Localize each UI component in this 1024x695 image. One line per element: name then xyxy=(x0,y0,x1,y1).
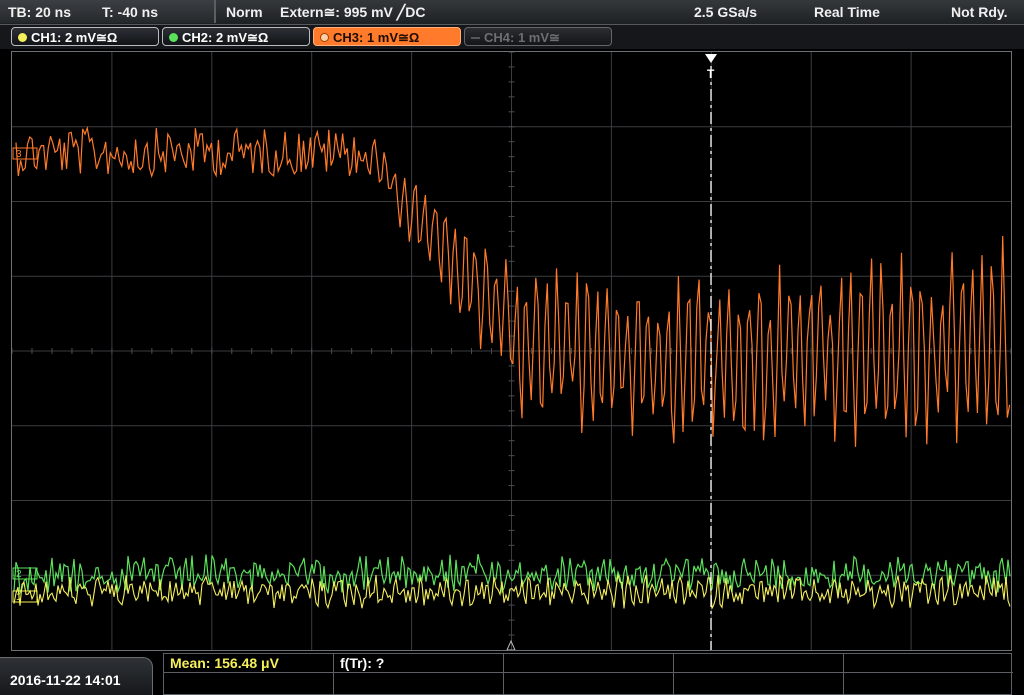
channel-4-dash-icon xyxy=(471,37,480,39)
channel-2-marker-label: 2 xyxy=(16,569,22,580)
waveform-canvas: T 3 2 1 xyxy=(12,52,1011,650)
datetime: 2016-11-22 14:01 xyxy=(10,672,121,688)
channel-1-marker-label: 1 xyxy=(16,592,22,603)
channel-3-button[interactable]: CH3: 1 mV≅Ω xyxy=(313,27,461,46)
channel-2-label: CH2: 2 mV≅Ω xyxy=(182,30,269,45)
acquisition-mode: Real Time xyxy=(814,4,880,20)
trigger-source[interactable]: Extern≅: 995 mV ╱DC xyxy=(280,4,425,21)
status-bar: TB: 20 ns T: -40 ns Norm Extern≅: 995 mV… xyxy=(0,0,1024,25)
measurement-cell-2[interactable]: f(Tr): ? xyxy=(334,654,504,694)
waveform-display[interactable]: T 3 2 1 xyxy=(11,51,1012,651)
channel-4-button[interactable]: CH4: 1 mV≅ xyxy=(464,27,612,46)
channel-1-dot-icon xyxy=(18,33,27,42)
sample-rate: 2.5 GSa/s xyxy=(694,4,758,20)
channel-2-offset-marker[interactable]: 2 xyxy=(12,567,38,580)
timebase-readout[interactable]: TB: 20 ns xyxy=(8,4,71,20)
timebase-box[interactable]: TB: 20 ns T: -40 ns xyxy=(0,0,216,23)
channel-4-label: CH4: 1 mV≅ xyxy=(484,30,560,45)
trigger-position-readout[interactable]: T: -40 ns xyxy=(102,4,158,20)
datetime-box[interactable]: 2016-11-22 14:01 xyxy=(0,657,153,695)
measurement-cell-4[interactable] xyxy=(674,654,844,694)
channel-3-label: CH3: 1 mV≅Ω xyxy=(333,30,420,45)
measurement-panel[interactable]: Mean: 156.48 μV f(Tr): ? xyxy=(163,653,1013,695)
channel-3-dot-icon xyxy=(320,33,329,42)
channel-3-trace xyxy=(15,125,1011,447)
measurement-cell-3[interactable] xyxy=(504,654,674,694)
channel-2-dot-icon xyxy=(169,33,178,42)
mean-measurement: Mean: 156.48 μV xyxy=(170,655,279,671)
channel-1-label: CH1: 2 mV≅Ω xyxy=(31,30,118,45)
graticule xyxy=(12,52,1011,650)
channel-bar: CH1: 2 mV≅Ω CH2: 2 mV≅Ω CH3: 1 mV≅Ω CH4:… xyxy=(0,25,1024,49)
channel-1-button[interactable]: CH1: 2 mV≅Ω xyxy=(11,27,159,46)
bottom-bar: 2016-11-22 14:01 Mean: 156.48 μV f(Tr): … xyxy=(0,653,1024,695)
measurement-cell-1[interactable]: Mean: 156.48 μV xyxy=(164,654,334,694)
channel-3-marker-label: 3 xyxy=(16,149,22,160)
risetime-frequency-measurement: f(Tr): ? xyxy=(340,655,385,671)
channel-2-button[interactable]: CH2: 2 mV≅Ω xyxy=(162,27,310,46)
trigger-marker-icon[interactable] xyxy=(705,54,717,63)
trigger-status: Not Rdy. xyxy=(951,4,1008,20)
trigger-marker-label: T xyxy=(707,67,715,81)
trigger-mode[interactable]: Norm xyxy=(226,4,263,20)
